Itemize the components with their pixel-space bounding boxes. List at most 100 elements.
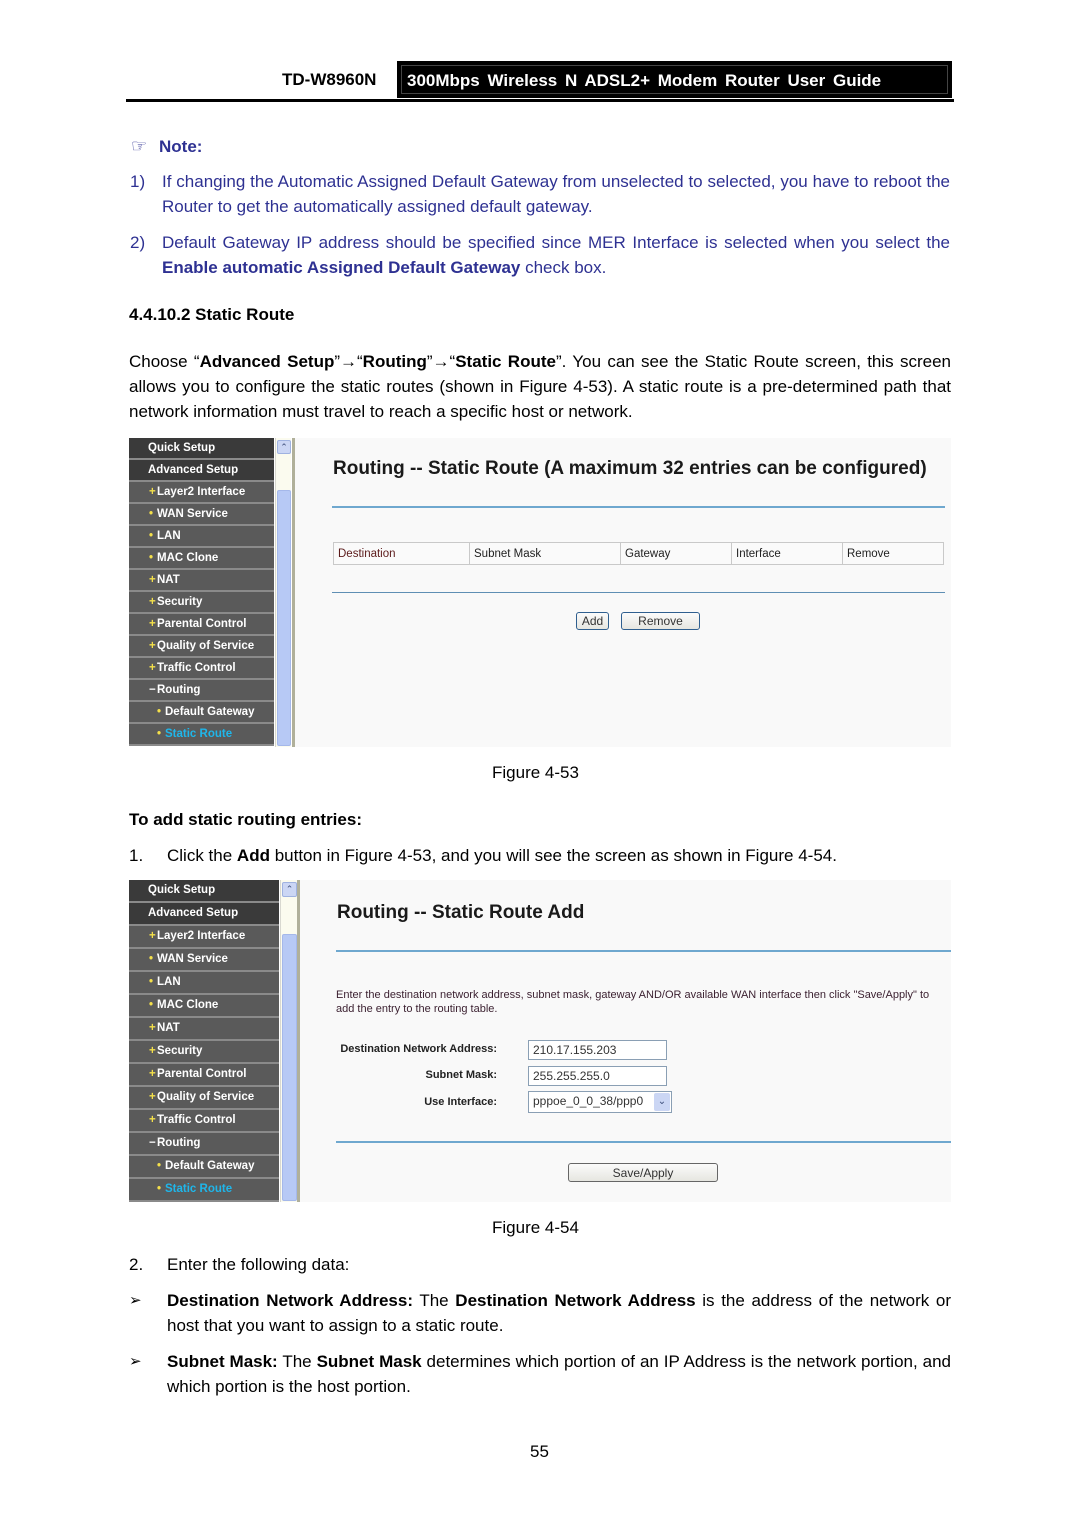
sidebar-item-mac-clone[interactable]: • MAC Clone xyxy=(129,548,274,570)
sidebar-item-label: Routing xyxy=(157,684,201,696)
scrollbar-thumb[interactable] xyxy=(277,490,291,746)
header-guide-title: 300Mbps Wireless N ADSL2+ Modem Router U… xyxy=(407,71,882,90)
sidebar-item-nat[interactable]: +NAT xyxy=(129,1018,279,1041)
intro-bold-advanced-setup: Advanced Setup xyxy=(199,352,335,371)
sidebar-item-label: Quality of Service xyxy=(157,1091,255,1103)
sidebar-item-advanced-setup[interactable]: Advanced Setup xyxy=(129,903,279,926)
sidebar-item-static-route[interactable]: • Static Route xyxy=(129,724,274,746)
sidebar-item-label: Default Gateway xyxy=(165,706,255,718)
use-interface-value: pppoe_0_0_38/ppp0 xyxy=(533,1094,644,1108)
sidebar-item-parental-control[interactable]: +Parental Control xyxy=(129,1064,279,1087)
note-text-after: check box. xyxy=(520,258,607,277)
use-interface-select[interactable]: pppoe_0_0_38/ppp0 ⌄ xyxy=(528,1091,672,1113)
sidebar-item-label: Quick Setup xyxy=(148,884,216,896)
sidebar-item-label: Security xyxy=(157,1045,203,1057)
sidebar-item-wan-service[interactable]: • WAN Service xyxy=(129,949,279,972)
scrollbar[interactable]: ⌃ xyxy=(275,438,291,747)
note-title: ☞ Note: xyxy=(131,136,202,157)
sidebar-item-label: Default Gateway xyxy=(165,1160,255,1172)
static-route-table: Destination Subnet Mask Gateway Interfac… xyxy=(333,542,944,565)
chevron-down-icon[interactable]: ⌄ xyxy=(654,1093,670,1111)
remove-button[interactable]: Remove xyxy=(621,612,700,630)
bullet-dot-icon: • xyxy=(149,552,154,564)
destination-address-input[interactable]: 210.17.155.203 xyxy=(528,1040,667,1060)
figure-caption: Figure 4-53 xyxy=(492,763,579,782)
expand-plus-icon: + xyxy=(149,618,156,630)
expand-plus-icon: + xyxy=(149,1091,156,1103)
sidebar-item-parental-control[interactable]: +Parental Control xyxy=(129,614,274,636)
sidebar-item-traffic-control[interactable]: +Traffic Control xyxy=(129,1110,279,1133)
sidebar-item-routing[interactable]: −Routing xyxy=(129,680,274,702)
section-intro: Choose “Advanced Setup”→“Routing”→“Stati… xyxy=(129,349,951,424)
sidebar-item-label: Advanced Setup xyxy=(148,464,239,476)
note-item-number: 2) xyxy=(130,233,146,252)
step-text: Enter the following data: xyxy=(167,1255,350,1274)
note-item-text: If changing the Automatic Assigned Defau… xyxy=(162,172,950,216)
definition-text: Subnet Mask: The Subnet Mask determines … xyxy=(167,1349,951,1399)
steps-heading: To add static routing entries: xyxy=(129,810,362,829)
subnet-mask-label: Subnet Mask: xyxy=(425,1069,497,1081)
sidebar-item-label: MAC Clone xyxy=(157,999,219,1011)
scrollbar[interactable]: ⌃ xyxy=(280,880,297,1202)
sidebar-item-security[interactable]: +Security xyxy=(129,1041,279,1064)
intro-bold-static-route: Static Route xyxy=(455,352,556,371)
sidebar-item-quality-of-service[interactable]: +Quality of Service xyxy=(129,1087,279,1110)
definition-text-part: The xyxy=(277,1352,317,1371)
sidebar-item-label: LAN xyxy=(157,976,181,988)
sidebar-item-nat[interactable]: +NAT xyxy=(129,570,274,592)
sidebar-item-lan[interactable]: • LAN xyxy=(129,526,274,548)
bullet-dot-icon: • xyxy=(157,1183,162,1195)
definition-subnet-mask: ➢ Subnet Mask: The Subnet Mask determine… xyxy=(129,1349,951,1399)
sidebar-item-label: Static Route xyxy=(165,1183,233,1195)
sidebar-item-mac-clone[interactable]: • MAC Clone xyxy=(129,995,279,1018)
sidebar-item-wan-service[interactable]: • WAN Service xyxy=(129,504,274,526)
note-text-bold: Enable automatic Assigned Default Gatewa… xyxy=(162,258,521,277)
sidebar-item-label: Routing xyxy=(157,1137,201,1149)
definition-term-repeat: Subnet Mask xyxy=(316,1352,422,1371)
add-button[interactable]: Add xyxy=(576,612,609,630)
table-divider xyxy=(332,592,945,593)
frame-separator xyxy=(297,880,300,1202)
scrollbar-thumb[interactable] xyxy=(282,934,297,1201)
sidebar-item-label: Quick Setup xyxy=(148,442,216,454)
sidebar-item-default-gateway[interactable]: • Default Gateway xyxy=(129,702,274,724)
sidebar-item-advanced-setup[interactable]: Advanced Setup xyxy=(129,460,274,482)
expand-plus-icon: + xyxy=(149,1045,156,1057)
expand-plus-icon: + xyxy=(149,574,156,586)
definition-text: Destination Network Address: The Destina… xyxy=(167,1288,951,1338)
step-number: 2. xyxy=(129,1255,144,1274)
step-text: Click the Add button in Figure 4-53, and… xyxy=(167,843,951,868)
subnet-mask-input[interactable]: 255.255.255.0 xyxy=(528,1066,667,1086)
sidebar-item-security[interactable]: +Security xyxy=(129,592,274,614)
sidebar-item-quick-setup[interactable]: Quick Setup xyxy=(129,438,274,460)
sidebar-item-quick-setup[interactable]: Quick Setup xyxy=(129,880,279,903)
sidebar-item-lan[interactable]: • LAN xyxy=(129,972,279,995)
sidebar-item-default-gateway[interactable]: • Default Gateway xyxy=(129,1156,279,1179)
title-divider xyxy=(332,506,945,508)
column-header-destination: Destination xyxy=(333,542,470,565)
figure-caption: Figure 4-54 xyxy=(492,1218,579,1237)
bullet-dot-icon: • xyxy=(149,530,154,542)
sidebar-item-label: Security xyxy=(157,596,203,608)
column-header-subnet-mask: Subnet Mask xyxy=(469,542,621,565)
bullet-dot-icon: • xyxy=(157,728,162,740)
sidebar-nav: Quick Setup Advanced Setup +Layer2 Interfa… xyxy=(129,880,297,1202)
step-text-bold: Add xyxy=(236,846,270,865)
note-text-before: Default Gateway IP address should be spe… xyxy=(162,233,950,252)
sidebar-item-static-route[interactable]: • Static Route xyxy=(129,1179,279,1202)
sidebar-item-routing[interactable]: −Routing xyxy=(129,1133,279,1156)
intro-arrow: ”→“ xyxy=(426,352,456,371)
save-apply-button[interactable]: Save/Apply xyxy=(568,1163,718,1182)
scroll-up-arrow-icon[interactable]: ⌃ xyxy=(277,440,291,454)
sidebar-item-label: WAN Service xyxy=(157,953,228,965)
definition-destination-network-address: ➢ Destination Network Address: The Desti… xyxy=(129,1288,951,1338)
intro-text: Choose “ xyxy=(129,352,200,371)
bullet-dot-icon: • xyxy=(157,1160,162,1172)
table-header-row: Destination Subnet Mask Gateway Interfac… xyxy=(333,542,944,565)
scroll-up-arrow-icon[interactable]: ⌃ xyxy=(282,882,297,897)
sidebar-item-quality-of-service[interactable]: +Quality of Service xyxy=(129,636,274,658)
sidebar-item-traffic-control[interactable]: +Traffic Control xyxy=(129,658,274,680)
sidebar-item-layer2-interface[interactable]: +Layer2 Interface xyxy=(129,482,274,504)
sidebar-item-layer2-interface[interactable]: +Layer2 Interface xyxy=(129,926,279,949)
column-header-remove: Remove xyxy=(842,542,944,565)
